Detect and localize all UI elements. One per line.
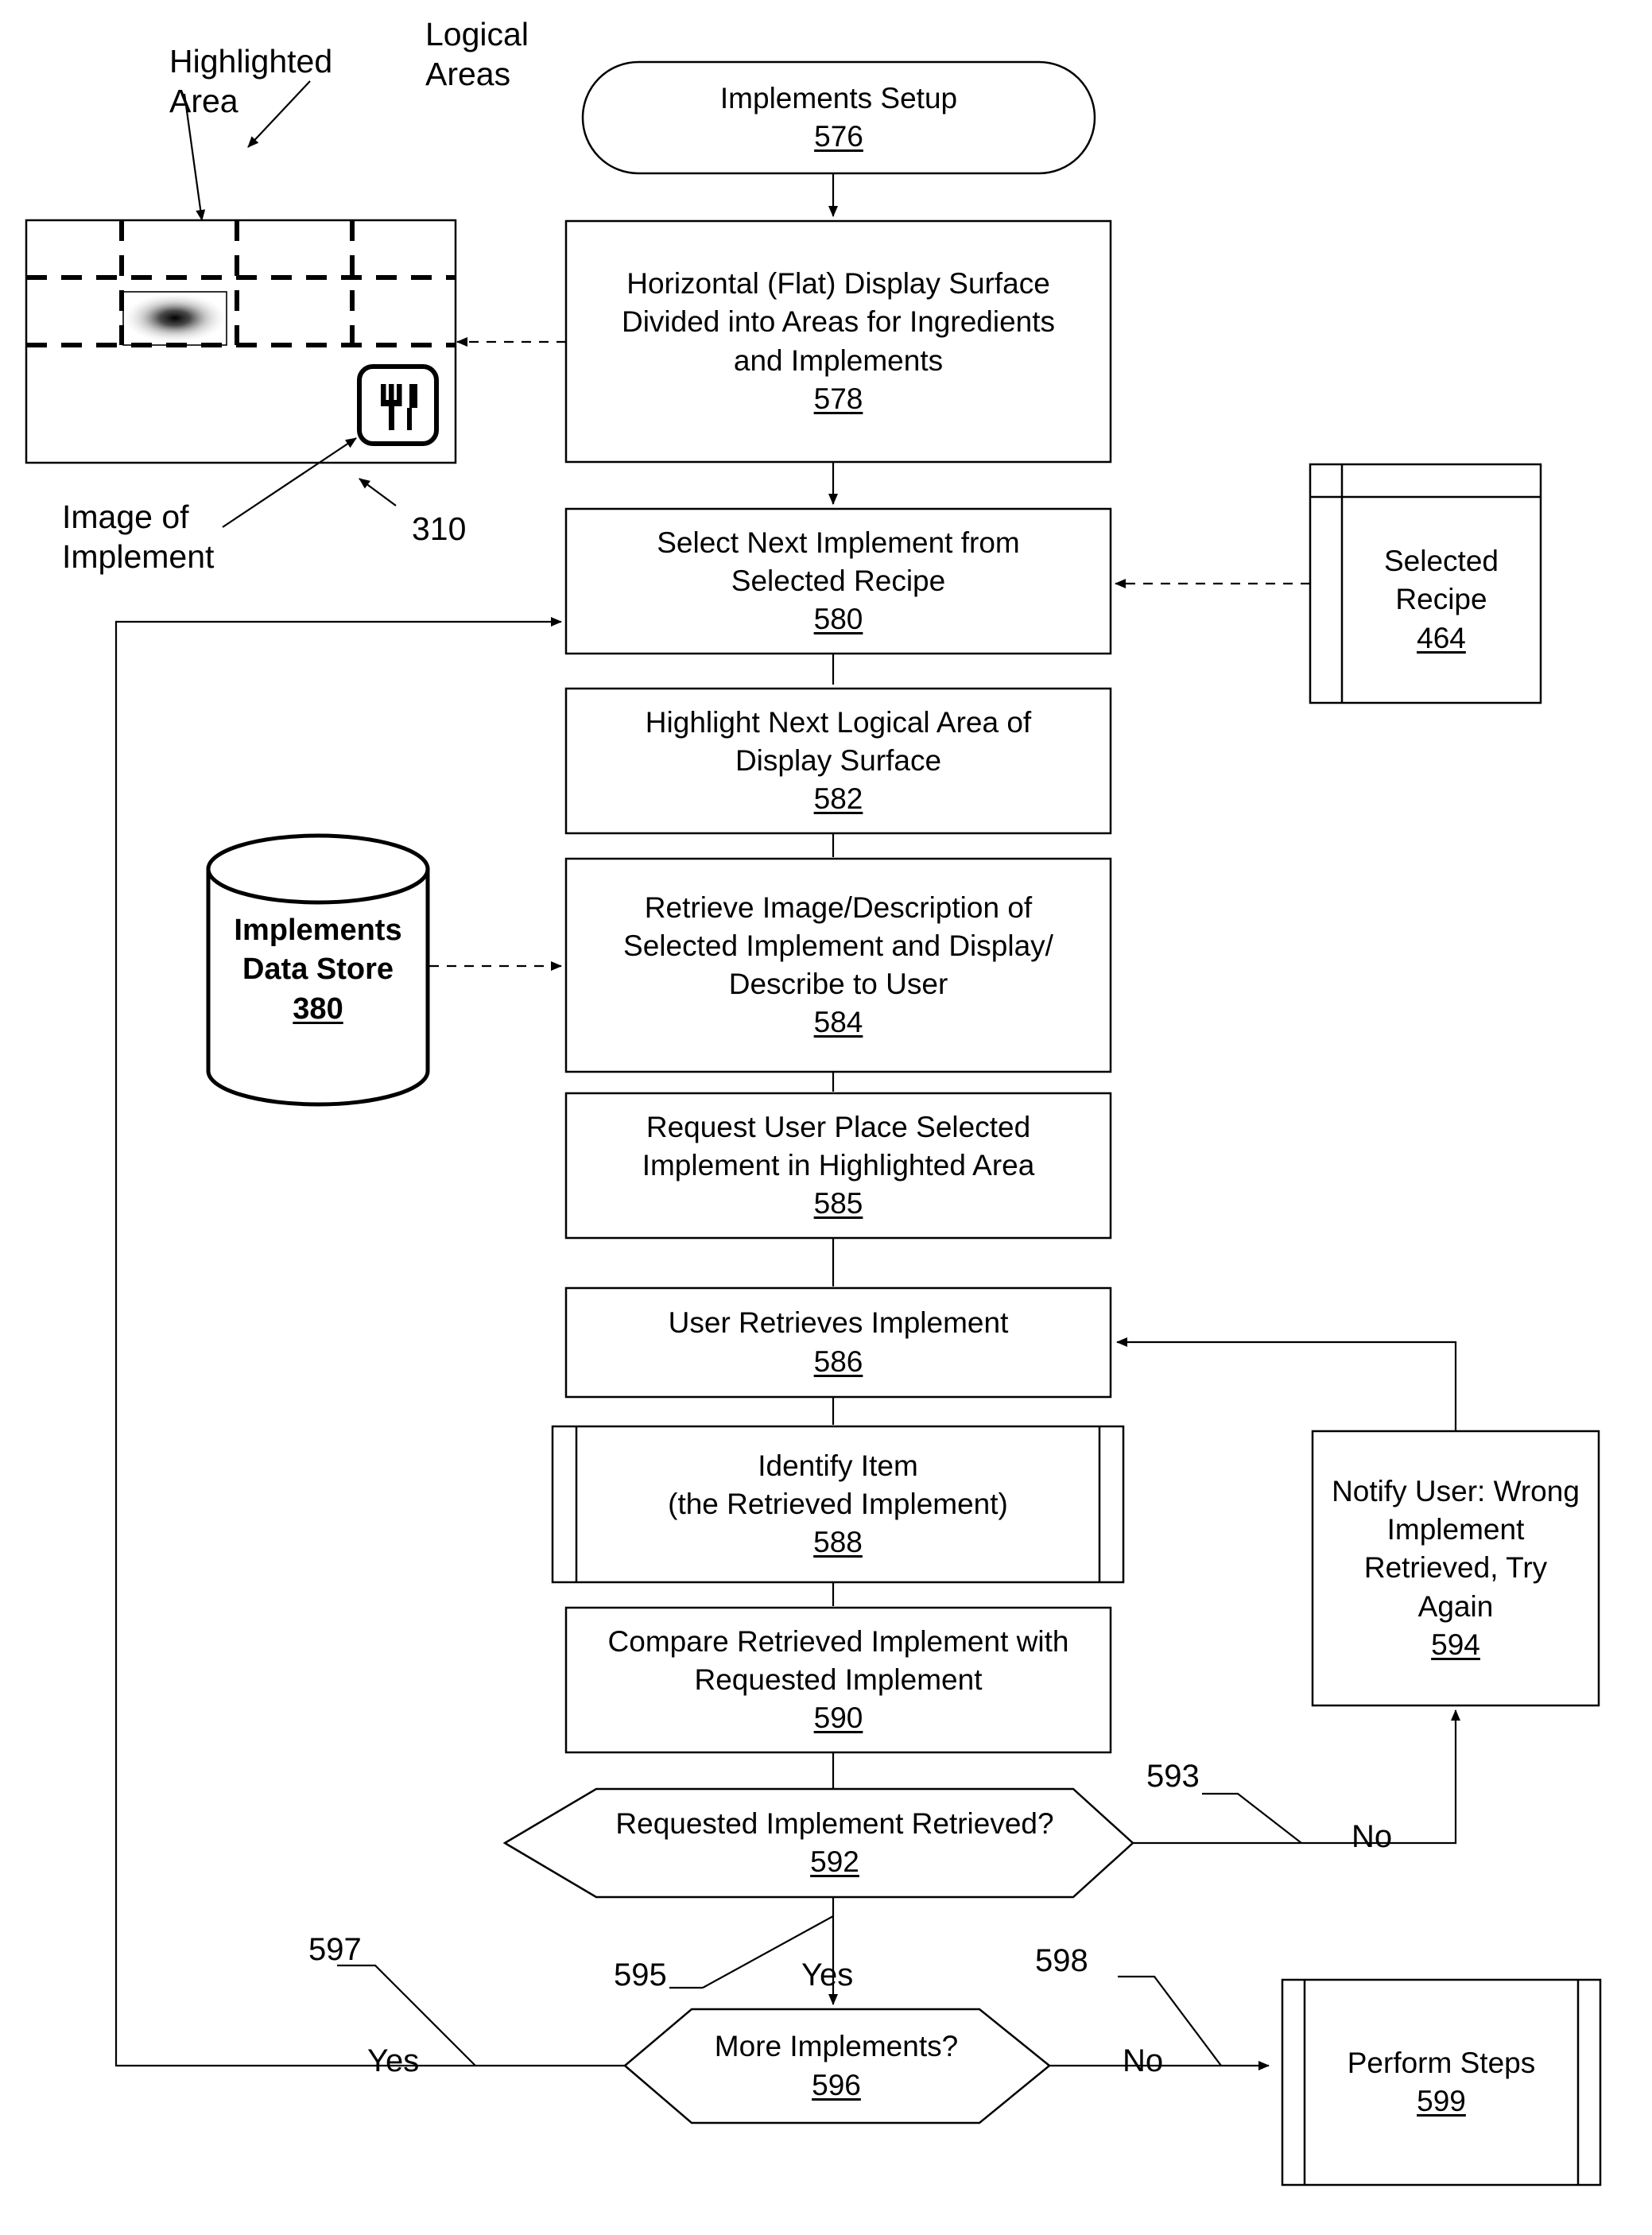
patent-figure-page: Highlighted Area Logical Areas Image of …: [0, 0, 1652, 2235]
node-464-shape: [1309, 463, 1542, 704]
edge-label-yes-595: Yes: [801, 1958, 854, 1992]
node-380-ref: 380: [293, 991, 343, 1026]
node-582-shape: [564, 687, 1112, 835]
edge-label-595: 595: [614, 1958, 667, 1992]
edge-label-598: 598: [1035, 1943, 1088, 1978]
node-584-shape: [564, 857, 1112, 1073]
node-596-shape: [623, 2008, 1051, 2124]
callout-display-surface-ref: 310: [412, 510, 467, 547]
node-586-shape: [564, 1286, 1112, 1399]
display-surface-illustration: [25, 80, 457, 528]
edge-label-597: 597: [308, 1932, 362, 1967]
node-594-shape: [1311, 1430, 1600, 1707]
leader-593: [1202, 1792, 1302, 1844]
node-380-line-2: Data Store: [242, 953, 394, 987]
node-599-shape: [1281, 1978, 1602, 2186]
callout-image-of-implement: Image of Implement: [62, 499, 215, 576]
flowchart-canvas: [25, 60, 1602, 2186]
node-380-line-1: Implements: [234, 913, 402, 947]
implement-icon-tile: [357, 364, 439, 446]
edge-label-593: 593: [1146, 1759, 1200, 1794]
node-590-shape: [564, 1606, 1112, 1754]
edge-label-yes-597: Yes: [367, 2043, 420, 2078]
callout-logical-areas: Logical Areas: [425, 16, 529, 93]
node-578-shape: [564, 219, 1112, 464]
leader-display-surface-ref: [359, 478, 397, 506]
node-580-shape: [564, 507, 1112, 655]
highlighted-area-glow: [126, 294, 224, 342]
edge-label-no-598: No: [1123, 2043, 1164, 2078]
edge-594-586: [1116, 1337, 1457, 1431]
edge-label-no-593: No: [1351, 1819, 1393, 1854]
node-592-shape: [502, 1787, 1134, 1899]
node-588-shape: [551, 1425, 1125, 1584]
callout-highlighted-area: Highlighted Area: [169, 43, 333, 120]
node-576-shape: [581, 60, 1096, 175]
node-380-label: Implements Data Store 380: [208, 883, 428, 1057]
node-585-shape: [564, 1092, 1112, 1240]
